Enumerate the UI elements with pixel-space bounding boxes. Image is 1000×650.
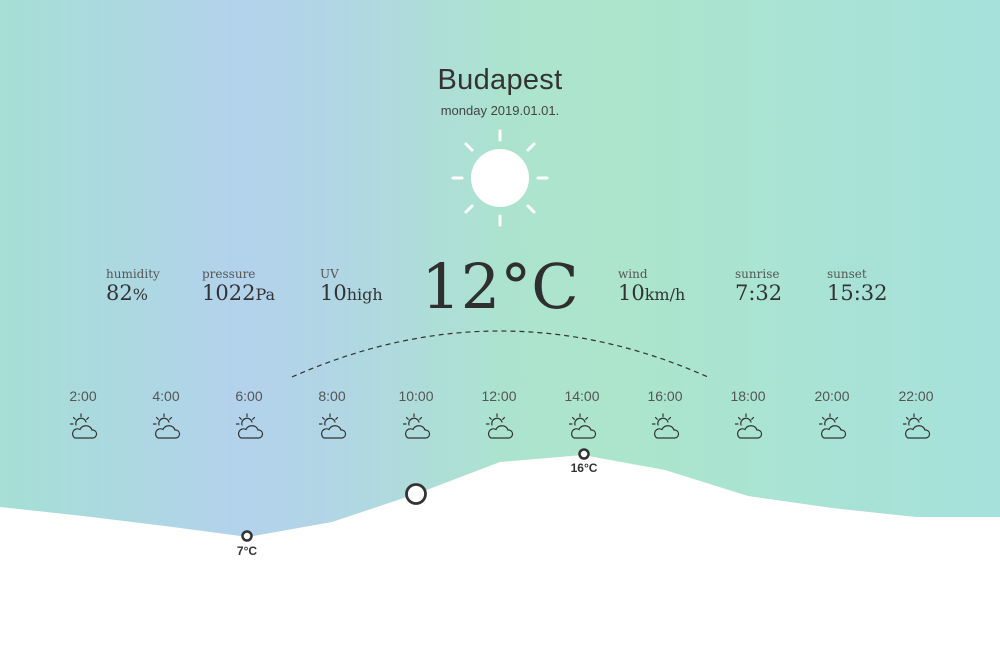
max-temperature-label: 16°C bbox=[570, 461, 598, 475]
temperature-markers bbox=[241, 448, 590, 542]
min-temperature-marker bbox=[241, 530, 253, 542]
max-temperature-marker bbox=[578, 448, 590, 460]
current-time-marker bbox=[405, 483, 427, 505]
min-temperature-label: 7°C bbox=[236, 544, 258, 558]
